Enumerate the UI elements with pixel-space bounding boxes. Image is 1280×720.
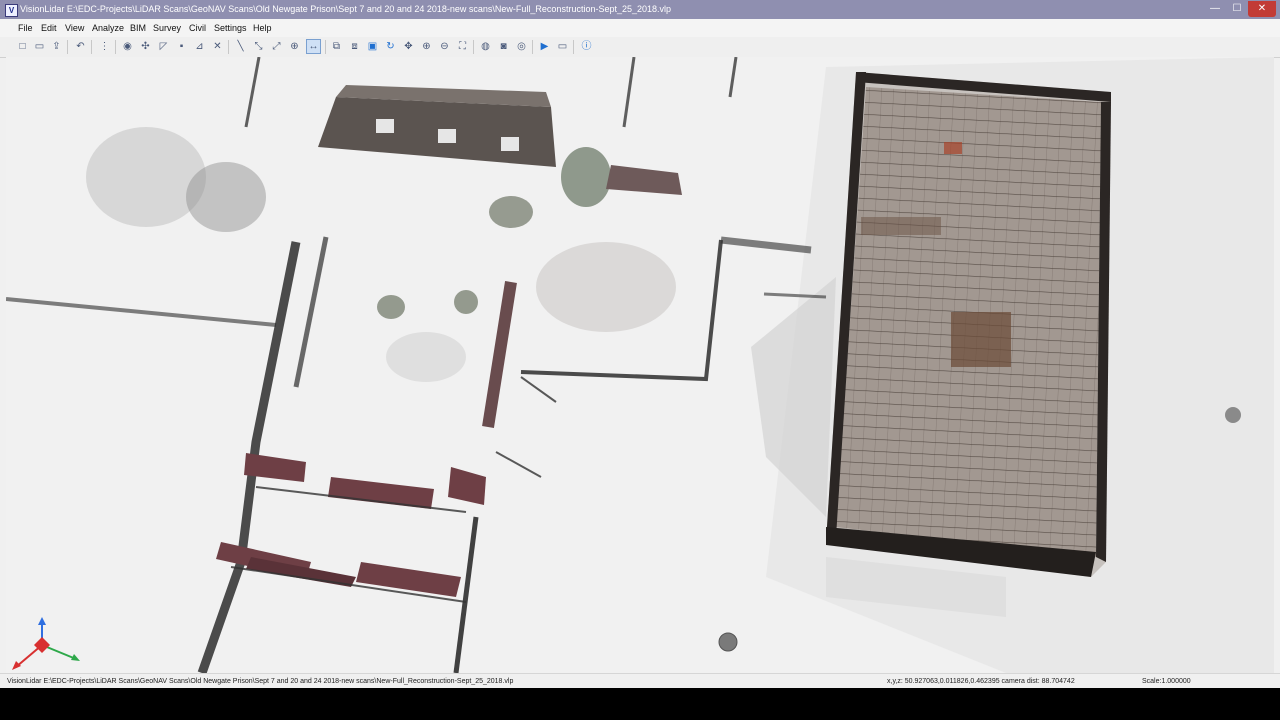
target-icon[interactable]: ⊕ bbox=[288, 40, 301, 53]
toolbar-separator bbox=[115, 40, 116, 54]
cube-view-icon[interactable]: ⧉ bbox=[330, 40, 343, 53]
box-view-icon[interactable]: ▣ bbox=[366, 40, 379, 53]
line-measure-icon[interactable]: ╲ bbox=[234, 40, 247, 53]
cross-select-icon[interactable]: ✕ bbox=[211, 40, 224, 53]
play-icon[interactable]: ▶ bbox=[538, 40, 551, 53]
undo-icon[interactable]: ↶ bbox=[74, 40, 87, 53]
toolbar-separator bbox=[573, 40, 574, 54]
toolbar-separator bbox=[532, 40, 533, 54]
point-cloud-viewport[interactable] bbox=[6, 57, 1274, 673]
delete-icon[interactable]: ▪ bbox=[175, 40, 188, 53]
export-icon[interactable]: ⇪ bbox=[50, 40, 63, 53]
menu-help[interactable]: Help bbox=[253, 19, 272, 37]
zoom-in-icon[interactable]: ⊕ bbox=[420, 40, 433, 53]
zoom-out-icon[interactable]: ⊖ bbox=[438, 40, 451, 53]
toolbar-separator bbox=[473, 40, 474, 54]
menu-file[interactable]: File bbox=[18, 19, 33, 37]
move-point-icon[interactable]: ✣ bbox=[139, 40, 152, 53]
pan-icon[interactable]: ✥ bbox=[402, 40, 415, 53]
toolbar-separator bbox=[325, 40, 326, 54]
app-window: V VisionLidar E:\EDC-Projects\LiDAR Scan… bbox=[0, 0, 1280, 689]
title-bar[interactable]: V VisionLidar E:\EDC-Projects\LiDAR Scan… bbox=[0, 0, 1280, 19]
close-button[interactable]: ✕ bbox=[1248, 1, 1276, 17]
menu-edit[interactable]: Edit bbox=[41, 19, 57, 37]
polygon-select-icon[interactable]: ◸ bbox=[157, 40, 170, 53]
axis-gizmo bbox=[12, 617, 80, 670]
eye-icon[interactable]: ◎ bbox=[515, 40, 528, 53]
menu-settings[interactable]: Settings bbox=[214, 19, 247, 37]
maximize-button[interactable]: ☐ bbox=[1226, 1, 1248, 17]
status-scale: Scale:1.000000 bbox=[1142, 678, 1191, 685]
menu-view[interactable]: View bbox=[65, 19, 84, 37]
zoom-extent-icon[interactable]: ⛶ bbox=[456, 40, 469, 53]
status-file-path: VisionLidar E:\EDC-Projects\LiDAR Scans\… bbox=[7, 678, 514, 685]
menu-bar: File Edit View Analyze BIM Survey Civil … bbox=[0, 19, 1280, 37]
toolbar-separator bbox=[91, 40, 92, 54]
point-cloud-scene bbox=[6, 57, 1274, 673]
window-title: VisionLidar E:\EDC-Projects\LiDAR Scans\… bbox=[20, 4, 672, 14]
menu-bim[interactable]: BIM bbox=[130, 19, 146, 37]
toolbar-separator bbox=[228, 40, 229, 54]
status-bar: VisionLidar E:\EDC-Projects\LiDAR Scans\… bbox=[0, 673, 1280, 689]
axis-icon[interactable]: ⤢ bbox=[270, 40, 283, 53]
record-icon[interactable]: ◙ bbox=[497, 40, 510, 53]
toolbar-separator bbox=[67, 40, 68, 54]
letterbox-bar bbox=[0, 688, 1280, 720]
app-logo-icon: V bbox=[5, 4, 18, 17]
grid-select-icon[interactable]: ⋮ bbox=[98, 40, 111, 53]
status-coordinates: x,y,z: 50.927063,0.011826,0.462395 camer… bbox=[887, 678, 1075, 685]
segment-icon[interactable]: ⤡ bbox=[252, 40, 265, 53]
minimize-button[interactable]: — bbox=[1204, 1, 1226, 17]
front-view-icon[interactable]: ⧈ bbox=[348, 40, 361, 53]
menu-survey[interactable]: Survey bbox=[153, 19, 181, 37]
menu-analyze[interactable]: Analyze bbox=[92, 19, 124, 37]
measure-distance-icon[interactable]: ↔ bbox=[306, 39, 321, 54]
open-folder-icon[interactable]: ▭ bbox=[33, 40, 46, 53]
rotate-icon[interactable]: ↻ bbox=[384, 40, 397, 53]
camera-icon[interactable]: ◍ bbox=[479, 40, 492, 53]
screen-icon[interactable]: ▭ bbox=[556, 40, 569, 53]
main-building bbox=[826, 72, 1111, 577]
window-controls: — ☐ ✕ bbox=[1204, 1, 1276, 17]
new-file-icon[interactable]: □ bbox=[16, 40, 29, 53]
ground-marker bbox=[1225, 407, 1241, 423]
info-icon[interactable]: ⓘ bbox=[580, 40, 593, 53]
toolbar: □ ▭ ⇪ ↶ ⋮ ◉ ✣ ◸ ▪ ⊿ ✕ ╲ ⤡ ⤢ ⊕ ↔ ⧉ ⧈ ▣ ↻ … bbox=[0, 37, 1280, 58]
menu-civil[interactable]: Civil bbox=[189, 19, 206, 37]
cylinder-icon[interactable]: ◉ bbox=[121, 40, 134, 53]
pick-icon[interactable]: ⊿ bbox=[193, 40, 206, 53]
ground-marker bbox=[718, 632, 738, 652]
